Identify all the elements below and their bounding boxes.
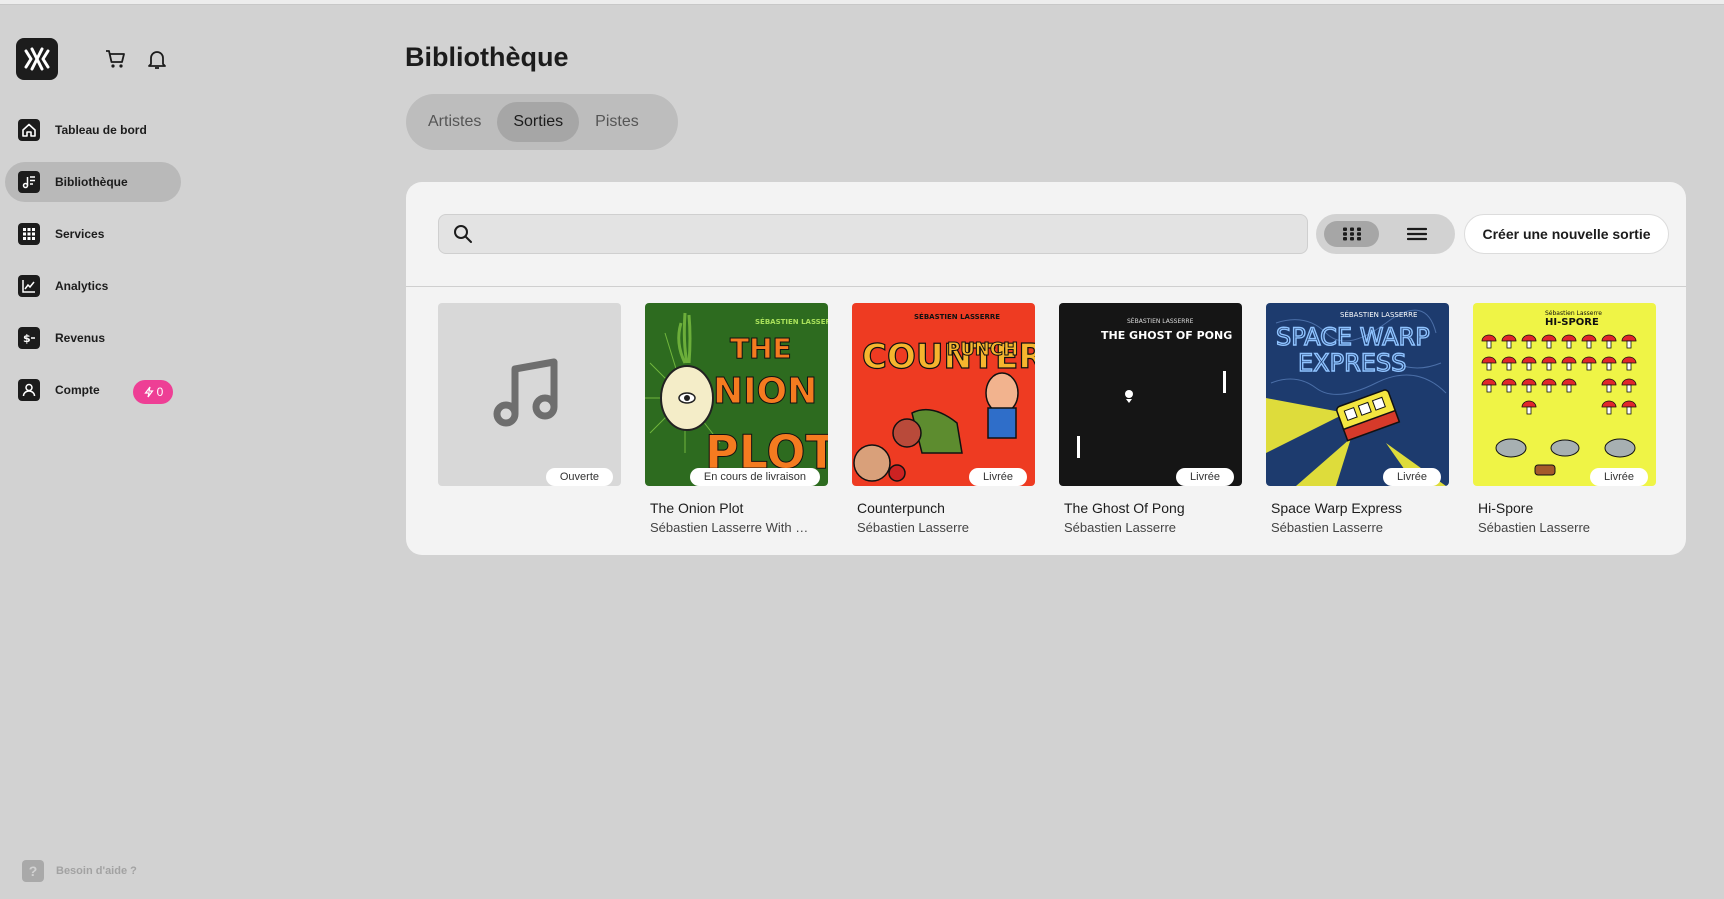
status-badge: Ouverte [545, 468, 613, 486]
cover-artist-text: SÉBASTIEN LASSERRE & NAC NAC [755, 317, 828, 326]
page-title: Bibliothèque [405, 42, 569, 72]
search-bar[interactable] [438, 214, 1308, 254]
release-title: Space Warp Express [1271, 500, 1402, 516]
status-badge: Livrée [1590, 468, 1648, 486]
sidebar-item-label: Bibliothèque [55, 175, 128, 189]
home-icon [18, 119, 40, 141]
release-artist: Sébastien Lasserre With Nac Nac [650, 520, 815, 535]
list-view-icon [1406, 227, 1427, 241]
user-icon [18, 379, 40, 401]
release-card[interactable]: SÉBASTIEN LASSERRE & NAC NAC THE NION PL… [645, 303, 828, 535]
help-label: Besoin d'aide ? [56, 865, 137, 877]
bell-icon[interactable] [143, 45, 171, 73]
release-artist: Sébastien Lasserre [1064, 520, 1177, 535]
grid-view-button[interactable] [1324, 221, 1379, 247]
music-library-icon [18, 171, 40, 193]
status-badge: En cours de livraison [689, 468, 820, 486]
svg-text:PUNCH: PUNCH [947, 339, 1018, 360]
cover-artist-text: SÉBASTIEN LASSERRE [1340, 310, 1417, 319]
release-cover: SÉBASTIEN LASSERRE & NAC NAC THE NION PL… [645, 303, 828, 486]
cover-artist-text: Sébastien Lasserre [1545, 310, 1602, 317]
tab-artists[interactable]: Artistes [412, 102, 497, 142]
release-card[interactable]: Ouverte [438, 303, 621, 504]
release-artist: Sébastien Lasserre [1478, 520, 1591, 535]
svg-text:$: $ [23, 332, 31, 345]
tab-releases[interactable]: Sorties [497, 102, 580, 142]
help-icon: ? [22, 860, 44, 882]
search-icon [454, 225, 472, 243]
svg-text:EXPRESS: EXPRESS [1298, 349, 1406, 377]
create-release-button[interactable]: Créer une nouvelle sortie [1464, 214, 1669, 254]
view-toggle [1316, 214, 1455, 254]
release-card[interactable]: SÉBASTIEN LASSERRE COUNTER PUNCH Livrée … [852, 303, 1035, 535]
help-link[interactable]: ? Besoin d'aide ? [22, 860, 137, 882]
waveform-logo-icon[interactable] [16, 38, 58, 80]
sidebar-item-label: Compte [55, 383, 100, 397]
svg-text:THE: THE [730, 332, 792, 365]
sidebar-item-account[interactable]: Compte 0 [5, 370, 181, 410]
dollar-icon: $ [18, 327, 40, 349]
cover-artist-text: SÉBASTIEN LASSERRE [1127, 317, 1194, 325]
sidebar-item-label: Services [55, 227, 105, 241]
cover-title-text: THE GHOST OF PONG [1101, 329, 1232, 342]
chart-icon [18, 275, 40, 297]
lightning-icon [143, 386, 154, 398]
divider [406, 286, 1686, 287]
sidebar-item-label: Analytics [55, 279, 109, 293]
release-title: The Ghost Of Pong [1064, 500, 1185, 516]
release-cover: Sébastien Lasserre HI-SPORE Livrée [1473, 303, 1656, 486]
svg-text:SPACE WARP: SPACE WARP [1276, 323, 1430, 351]
release-artist: Sébastien Lasserre [1271, 520, 1384, 535]
release-cover: SÉBASTIEN LASSERRE THE GHOST OF PONG Liv… [1059, 303, 1242, 486]
sidebar-item-label: Tableau de bord [55, 123, 147, 137]
release-card[interactable]: Sébastien Lasserre HI-SPORE Livrée Hi-Sp… [1473, 303, 1656, 535]
tab-tracks[interactable]: Pistes [579, 102, 655, 142]
tab-bar: Artistes Sorties Pistes [406, 94, 678, 150]
release-cover: SÉBASTIEN LASSERRE SPACE WARP EXPRESS Li… [1266, 303, 1449, 486]
sidebar-item-services[interactable]: Services [5, 214, 181, 254]
releases-panel: Créer une nouvelle sortie Ouverte SÉBAST… [406, 182, 1686, 555]
sidebar-nav: Tableau de bord Bibliothèque Services An… [5, 110, 181, 422]
release-artist: Sébastien Lasserre [857, 520, 970, 535]
grid-icon [18, 223, 40, 245]
sidebar-item-revenue[interactable]: $ Revenus [5, 318, 181, 358]
cover-title-text: HI-SPORE [1545, 317, 1599, 328]
cover-artist-text: SÉBASTIEN LASSERRE [914, 312, 1000, 321]
svg-text:NION: NION [713, 371, 817, 412]
status-badge: Livrée [969, 468, 1027, 486]
badge-count: 0 [156, 385, 164, 399]
release-cover: SÉBASTIEN LASSERRE COUNTER PUNCH Livrée [852, 303, 1035, 486]
release-card[interactable]: SÉBASTIEN LASSERRE THE GHOST OF PONG Liv… [1059, 303, 1242, 535]
release-card[interactable]: SÉBASTIEN LASSERRE SPACE WARP EXPRESS Li… [1266, 303, 1449, 535]
list-view-button[interactable] [1389, 221, 1444, 247]
search-input[interactable] [483, 215, 1307, 253]
sidebar-item-analytics[interactable]: Analytics [5, 266, 181, 306]
release-title: Hi-Spore [1478, 500, 1534, 516]
status-badge: Livrée [1383, 468, 1441, 486]
grid-view-icon [1342, 227, 1361, 241]
top-border [0, 0, 1724, 5]
release-title: The Onion Plot [650, 500, 744, 516]
status-badge: Livrée [1176, 468, 1234, 486]
sidebar-item-label: Revenus [55, 331, 106, 345]
cart-icon[interactable] [102, 45, 130, 73]
sidebar-item-library[interactable]: Bibliothèque [5, 162, 181, 202]
account-badge[interactable]: 0 [133, 380, 173, 404]
release-title: Counterpunch [857, 500, 945, 516]
sidebar-item-dashboard[interactable]: Tableau de bord [5, 110, 181, 150]
release-cover: Ouverte [438, 303, 621, 486]
